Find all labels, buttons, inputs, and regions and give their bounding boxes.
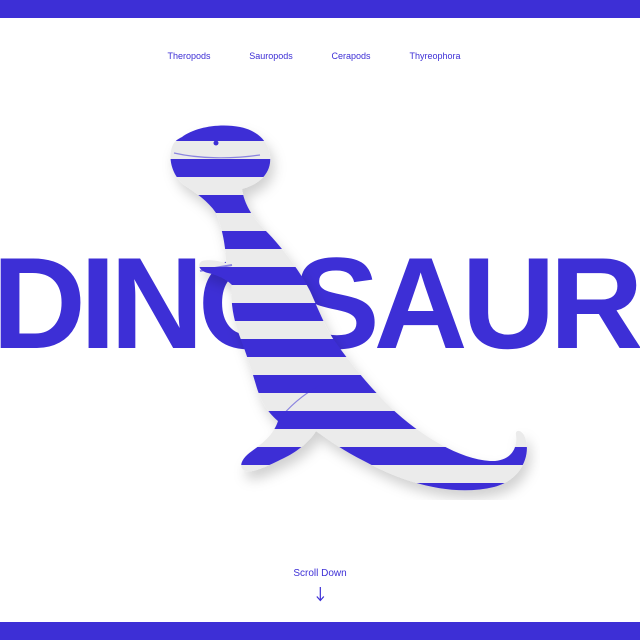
nav-item-sauropods[interactable]: Sauropods bbox=[249, 48, 293, 64]
scroll-down-button[interactable]: Scroll Down bbox=[293, 566, 347, 602]
nav-item-thyreophora[interactable]: Thyreophora bbox=[409, 48, 460, 64]
dinosaur-image bbox=[170, 125, 527, 491]
arrow-down-icon bbox=[316, 587, 324, 602]
category-nav: Theropods Sauropods Cerapods Thyreophora bbox=[0, 48, 640, 64]
nav-item-cerapods[interactable]: Cerapods bbox=[331, 48, 370, 64]
nav-item-theropods[interactable]: Theropods bbox=[167, 48, 210, 64]
landing-page: Theropods Sauropods Cerapods Thyreophora… bbox=[0, 0, 640, 640]
bottom-frame-bar bbox=[0, 622, 640, 640]
top-frame-bar bbox=[0, 0, 640, 18]
scroll-down-label: Scroll Down bbox=[293, 568, 347, 579]
